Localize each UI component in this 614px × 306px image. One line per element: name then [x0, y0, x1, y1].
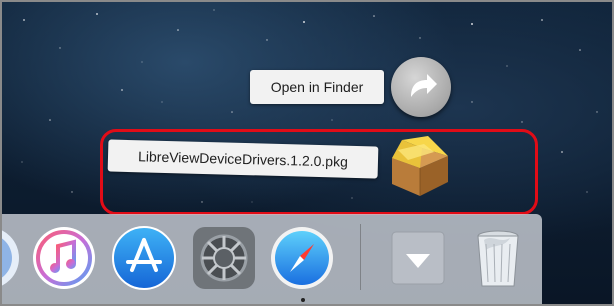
package-icon[interactable]	[384, 134, 456, 200]
system-preferences-icon[interactable]	[190, 224, 258, 292]
dock-divider	[360, 224, 361, 290]
partial-app-icon[interactable]	[0, 224, 22, 292]
downloads-stack-icon[interactable]	[386, 224, 454, 292]
share-arrow-icon	[411, 74, 437, 97]
safari-icon[interactable]	[268, 224, 336, 292]
dock	[2, 214, 542, 304]
desktop-screenshot: Open in Finder LibreViewDeviceDrivers.1.…	[0, 0, 614, 306]
open-in-finder-share-button[interactable]	[391, 57, 451, 117]
app-store-icon[interactable]	[110, 224, 178, 292]
itunes-icon[interactable]	[30, 224, 98, 292]
open-in-finder-button[interactable]: Open in Finder	[250, 70, 384, 104]
trash-icon[interactable]	[464, 224, 532, 292]
running-app-indicator	[301, 298, 305, 302]
